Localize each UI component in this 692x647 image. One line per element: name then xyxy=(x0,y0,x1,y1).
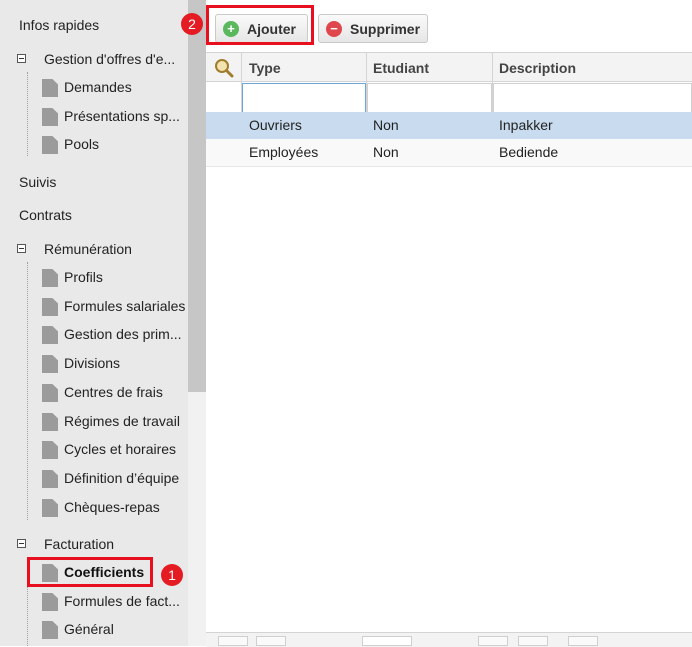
column-header-etudiant[interactable]: Etudiant xyxy=(373,60,429,76)
pager-bar xyxy=(206,632,692,647)
column-header-type[interactable]: Type xyxy=(249,60,281,76)
step-badge-1: 1 xyxy=(161,564,183,586)
column-header-description[interactable]: Description xyxy=(499,60,576,76)
page-icon xyxy=(42,470,58,488)
sidebar-scrollbar[interactable] xyxy=(188,0,206,646)
scrollbar-thumb[interactable] xyxy=(188,0,206,392)
nav-contrats[interactable]: Contrats xyxy=(19,207,72,223)
page-icon xyxy=(42,108,58,126)
page-icon xyxy=(42,136,58,154)
filter-description-input[interactable] xyxy=(493,83,692,113)
page-icon xyxy=(42,593,58,611)
pager-next-button[interactable] xyxy=(478,636,508,646)
cell-etudiant: Non xyxy=(373,117,399,133)
table-row[interactable]: Employées Non Bediende xyxy=(206,139,692,167)
page-icon xyxy=(42,298,58,316)
page-icon xyxy=(42,441,58,459)
page-icon xyxy=(42,621,58,639)
collapse-icon[interactable] xyxy=(17,244,26,253)
cell-description: Bediende xyxy=(499,144,559,160)
filter-type-input[interactable] xyxy=(242,83,366,113)
data-grid: Type Etudiant Description Ouvriers Non I… xyxy=(206,52,692,632)
page-icon xyxy=(42,384,58,402)
pager-page-input[interactable] xyxy=(362,636,412,646)
pager-refresh-button[interactable] xyxy=(568,636,598,646)
page-icon xyxy=(42,413,58,431)
page-icon xyxy=(42,355,58,373)
minus-circle-icon: − xyxy=(326,21,342,37)
highlight-box-coefficients xyxy=(27,557,153,587)
pager-prev-button[interactable] xyxy=(256,636,286,646)
pager-first-button[interactable] xyxy=(218,636,248,646)
tree-line xyxy=(27,262,28,520)
collapse-icon[interactable] xyxy=(17,54,26,63)
highlight-box-add xyxy=(206,5,314,45)
nav-suivis[interactable]: Suivis xyxy=(19,174,56,190)
group-remuneration[interactable]: Rémunération xyxy=(44,241,132,257)
collapse-icon[interactable] xyxy=(17,539,26,548)
delete-button[interactable]: − Supprimer xyxy=(318,14,428,43)
group-facturation[interactable]: Facturation xyxy=(44,536,114,552)
cell-description: Inpakker xyxy=(499,117,553,133)
cell-type: Employées xyxy=(249,144,319,160)
page-icon xyxy=(42,269,58,287)
group-gestion-offres[interactable]: Gestion d'offres d'e... xyxy=(44,51,175,67)
pager-last-button[interactable] xyxy=(518,636,548,646)
filter-etudiant-input[interactable] xyxy=(367,83,492,113)
cell-etudiant: Non xyxy=(373,144,399,160)
nav-infos-rapides[interactable]: Infos rapides xyxy=(19,17,99,33)
page-icon xyxy=(42,326,58,344)
cell-type: Ouvriers xyxy=(249,117,302,133)
grid-header: Type Etudiant Description xyxy=(206,52,692,82)
search-icon[interactable] xyxy=(214,58,234,78)
tree-line xyxy=(27,72,28,156)
sidebar: Infos rapides Gestion d'offres d'e... De… xyxy=(0,0,188,646)
page-icon xyxy=(42,79,58,97)
table-row[interactable]: Ouvriers Non Inpakker xyxy=(206,112,692,139)
step-badge-2: 2 xyxy=(181,13,203,35)
page-icon xyxy=(42,499,58,517)
